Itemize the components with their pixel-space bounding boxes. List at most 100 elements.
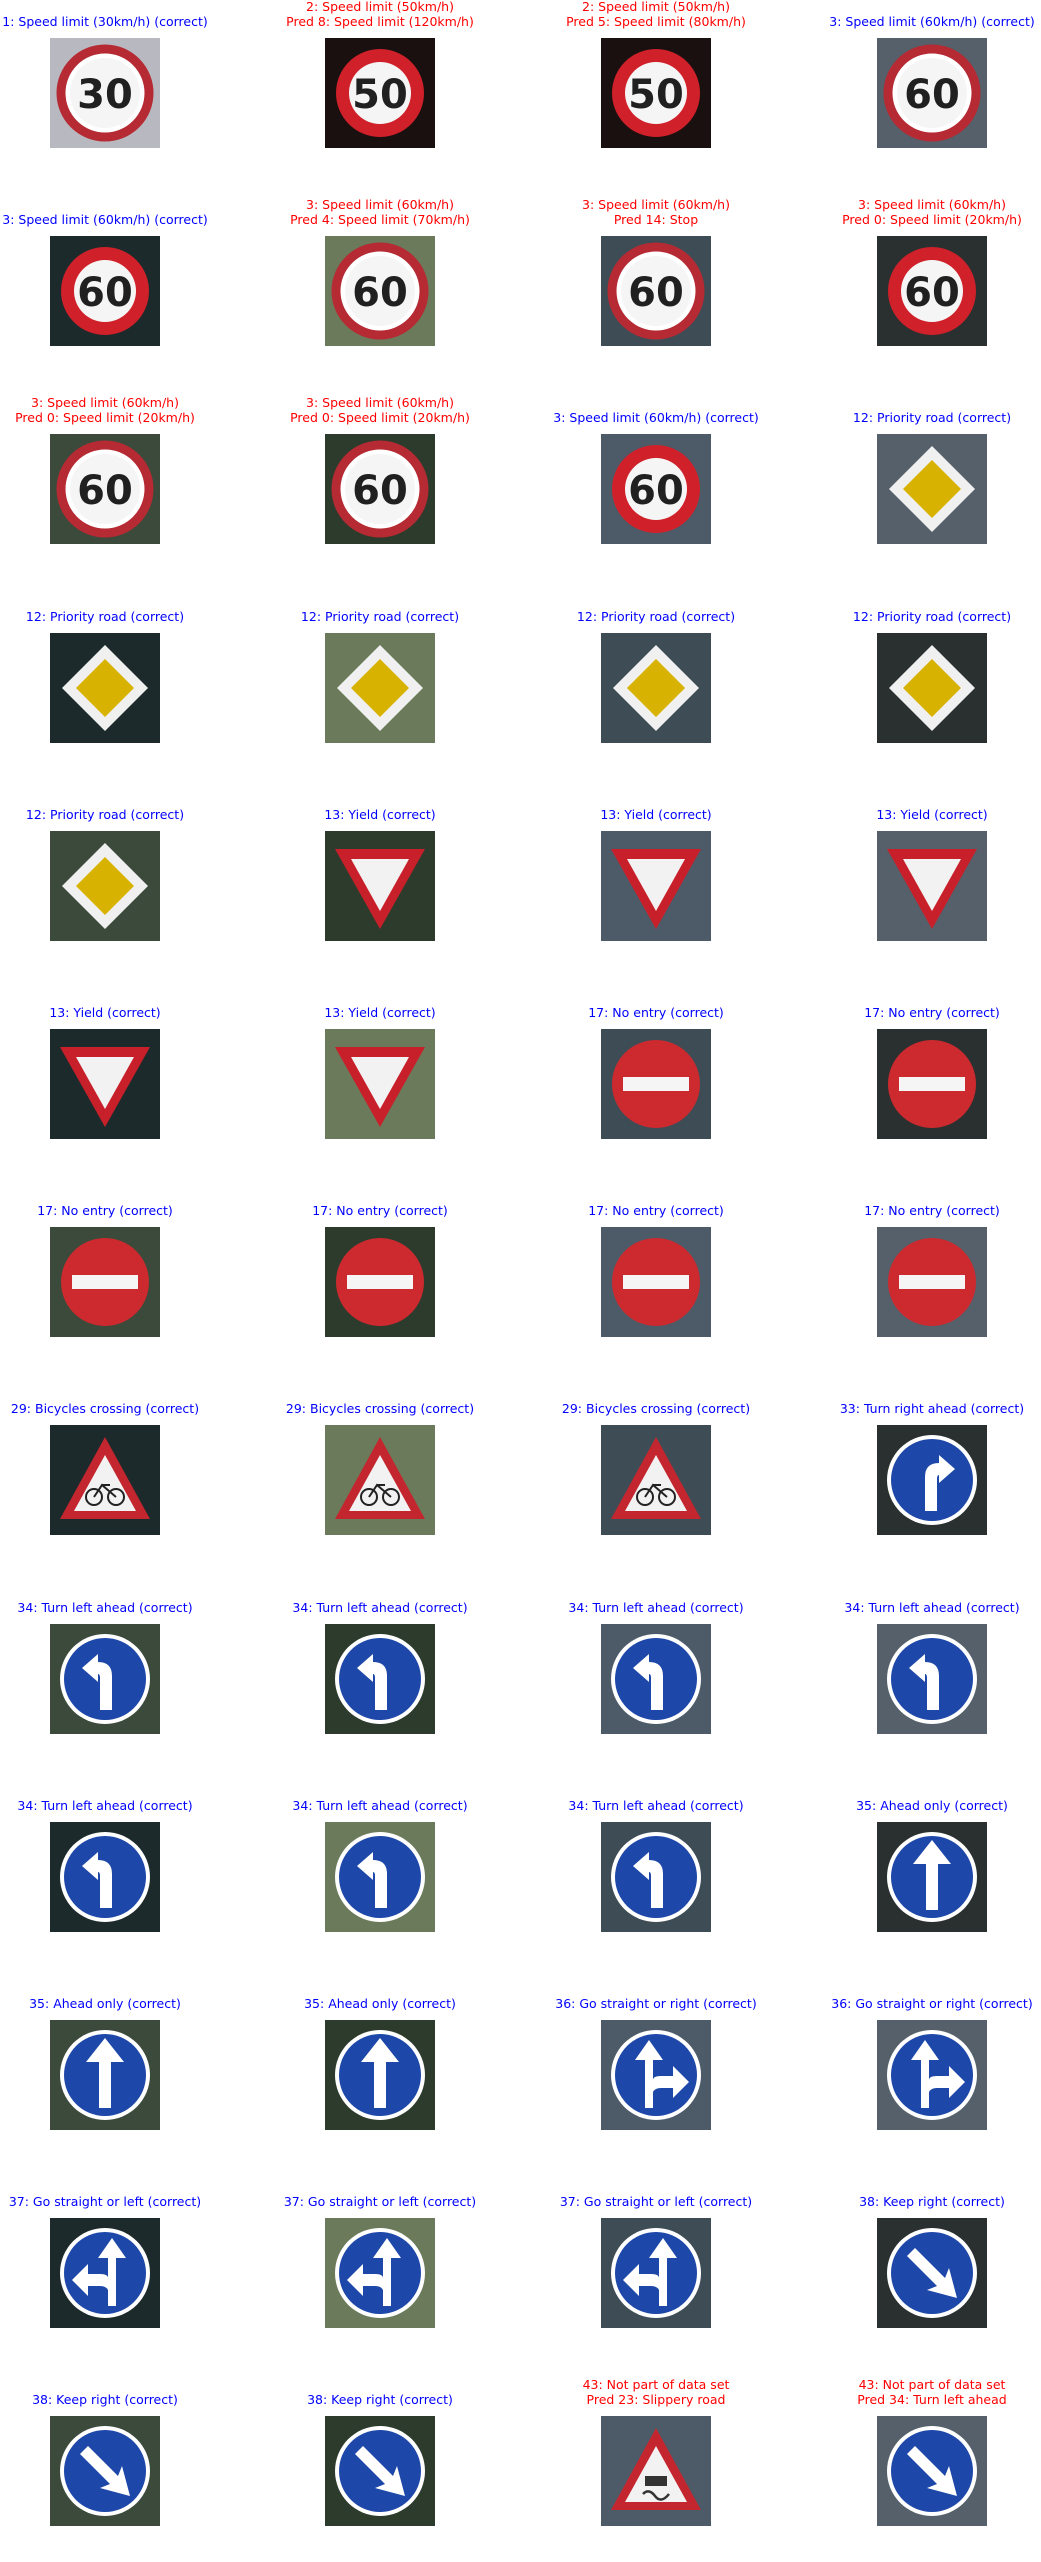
turn-left-ahead-sign-icon — [601, 1821, 711, 1932]
predicted-label-text: Pred 34: Turn left ahead — [857, 2392, 1007, 2408]
tile-caption: 35: Ahead only (correct) — [0, 1996, 235, 2011]
predicted-label-text: Pred 0: Speed limit (20km/h) — [290, 410, 470, 426]
true-label-text: 34: Turn left ahead (correct) — [292, 1599, 468, 1615]
true-label-text: 13: Yield (correct) — [324, 1005, 436, 1020]
turn-left-ahead-sign-icon — [50, 1821, 160, 1932]
tile-caption: 38: Keep right (correct) — [802, 2194, 1041, 2209]
speed-60-sign-icon: 60 — [325, 236, 435, 347]
no-entry-sign-icon — [877, 1227, 987, 1338]
svg-text:60: 60 — [77, 270, 133, 316]
tile-caption: 38: Keep right (correct) — [250, 2392, 510, 2407]
tile-caption: 3: Speed limit (60km/h) (correct) — [0, 212, 235, 227]
tile-caption: 37: Go straight or left (correct) — [0, 2194, 235, 2209]
tile-caption: 36: Go straight or right (correct) — [802, 1996, 1041, 2011]
true-label-text: 12: Priority road (correct) — [25, 806, 185, 822]
turn-left-ahead-sign-icon — [325, 1821, 435, 1932]
turn-left-ahead-sign-icon — [877, 1623, 987, 1734]
true-label-text: 33: Turn right ahead (correct) — [839, 1401, 1025, 1417]
true-label-text: 17: No entry (correct) — [312, 1203, 448, 1219]
tile-caption: 29: Bicycles crossing (correct) — [250, 1401, 510, 1416]
tile-caption: 12: Priority road (correct) — [802, 609, 1041, 624]
priority-road-sign-icon — [50, 830, 160, 941]
bicycles-crossing-sign-icon — [601, 1425, 711, 1536]
ahead-only-sign-icon — [325, 2020, 435, 2130]
tile-caption: 17: No entry (correct) — [250, 1203, 510, 1218]
speed-60-sign-icon: 60 — [877, 236, 987, 347]
tile-caption: 17: No entry (correct) — [802, 1005, 1041, 1020]
priority-road-sign-icon — [877, 632, 987, 743]
true-label-text: 36: Go straight or right (correct) — [555, 1996, 757, 2011]
tile-caption: 13: Yield (correct) — [526, 807, 786, 822]
true-label-text: 37: Go straight or left (correct) — [559, 2194, 753, 2210]
true-label-text: 3: Speed limit (60km/h) — [306, 395, 454, 411]
tile-caption: 36: Go straight or right (correct) — [526, 1996, 786, 2011]
yield-sign-icon — [601, 830, 711, 941]
tile-caption: 17: No entry (correct) — [526, 1203, 786, 1218]
straight-or-left-sign-icon — [50, 2218, 160, 2329]
true-label-text: 29: Bicycles crossing (correct) — [10, 1401, 200, 1417]
true-label-text: 34: Turn left ahead (correct) — [844, 1599, 1020, 1615]
yield-sign-icon — [50, 1029, 160, 1139]
tile-caption: 34: Turn left ahead (correct) — [250, 1798, 510, 1813]
true-label-text: 17: No entry (correct) — [864, 1203, 1000, 1219]
true-label-text: 17: No entry (correct) — [864, 1005, 1000, 1020]
tile-caption: 34: Turn left ahead (correct) — [0, 1798, 235, 1813]
bicycles-crossing-sign-icon — [325, 1425, 435, 1536]
true-label-text: 12: Priority road (correct) — [576, 608, 736, 624]
true-label-text: 2: Speed limit (50km/h) — [306, 0, 454, 14]
true-label-text: 34: Turn left ahead (correct) — [568, 1797, 744, 1813]
priority-road-sign-icon — [325, 632, 435, 743]
tile-caption: 34: Turn left ahead (correct) — [802, 1600, 1041, 1615]
no-entry-sign-icon — [325, 1227, 435, 1338]
true-label-text: 17: No entry (correct) — [37, 1203, 173, 1219]
svg-text:60: 60 — [352, 468, 408, 514]
predicted-label-text: Pred 5: Speed limit (80km/h) — [566, 14, 746, 29]
true-label-text: 36: Go straight or right (correct) — [831, 1996, 1033, 2011]
true-label-text: 3: Speed limit (60km/h) — [858, 197, 1006, 213]
predicted-label-text: Pred 23: Slippery road — [586, 2392, 726, 2408]
ahead-only-sign-icon — [50, 2020, 160, 2130]
true-label-text: 12: Priority road (correct) — [852, 410, 1012, 426]
true-label-text: 29: Bicycles crossing (correct) — [561, 1401, 751, 1417]
true-label-text: 3: Speed limit (60km/h) (correct) — [829, 14, 1035, 29]
keep-right-sign-icon — [877, 2218, 987, 2329]
tile-caption: 13: Yield (correct) — [0, 1005, 235, 1020]
true-label-text: 13: Yield (correct) — [600, 806, 712, 822]
true-label-text: 17: No entry (correct) — [588, 1203, 724, 1219]
true-label-text: 37: Go straight or left (correct) — [283, 2194, 477, 2210]
tile-caption: 34: Turn left ahead (correct) — [526, 1600, 786, 1615]
tile-caption: 2: Speed limit (50km/h) Pred 8: Speed lim… — [250, 0, 510, 29]
tile-caption: 37: Go straight or left (correct) — [526, 2194, 786, 2209]
true-label-text: 34: Turn left ahead (correct) — [17, 1599, 193, 1615]
true-label-text: 1: Speed limit (30km/h) (correct) — [2, 14, 208, 29]
tile-caption: 3: Speed limit (60km/h) (correct) — [526, 410, 786, 425]
straight-or-left-sign-icon — [325, 2218, 435, 2329]
tile-caption: 34: Turn left ahead (correct) — [0, 1600, 235, 1615]
yield-sign-icon — [877, 830, 987, 941]
speed-60-sign-icon: 60 — [877, 38, 987, 148]
svg-text:60: 60 — [352, 270, 408, 316]
true-label-text: 34: Turn left ahead (correct) — [17, 1797, 193, 1813]
svg-text:60: 60 — [628, 468, 684, 514]
priority-road-sign-icon — [50, 632, 160, 743]
true-label-text: 35: Ahead only (correct) — [304, 1996, 456, 2011]
turn-left-ahead-sign-icon — [325, 1623, 435, 1734]
true-label-text: 3: Speed limit (60km/h) — [306, 197, 454, 213]
true-label-text: 38: Keep right (correct) — [307, 2392, 453, 2408]
true-label-text: 2: Speed limit (50km/h) — [582, 0, 730, 14]
tile-caption: 17: No entry (correct) — [0, 1203, 235, 1218]
slippery-road-warning-sign-icon — [601, 2416, 711, 2527]
tile-caption: 3: Speed limit (60km/h) (correct) — [802, 14, 1041, 29]
keep-right-sign-icon — [325, 2416, 435, 2527]
tile-caption: 33: Turn right ahead (correct) — [802, 1401, 1041, 1416]
true-label-text: 13: Yield (correct) — [324, 806, 436, 822]
tile-caption: 43: Not part of data set Pred 34: Turn le… — [802, 2377, 1041, 2407]
speed-50-sign-icon: 50 — [325, 38, 435, 148]
tile-caption: 29: Bicycles crossing (correct) — [0, 1401, 235, 1416]
yield-sign-icon — [325, 830, 435, 941]
tile-caption: 12: Priority road (correct) — [526, 609, 786, 624]
true-label-text: 38: Keep right (correct) — [859, 2194, 1005, 2210]
turn-left-ahead-sign-icon — [50, 1623, 160, 1734]
true-label-text: 34: Turn left ahead (correct) — [292, 1797, 468, 1813]
true-label-text: 34: Turn left ahead (correct) — [568, 1599, 744, 1615]
